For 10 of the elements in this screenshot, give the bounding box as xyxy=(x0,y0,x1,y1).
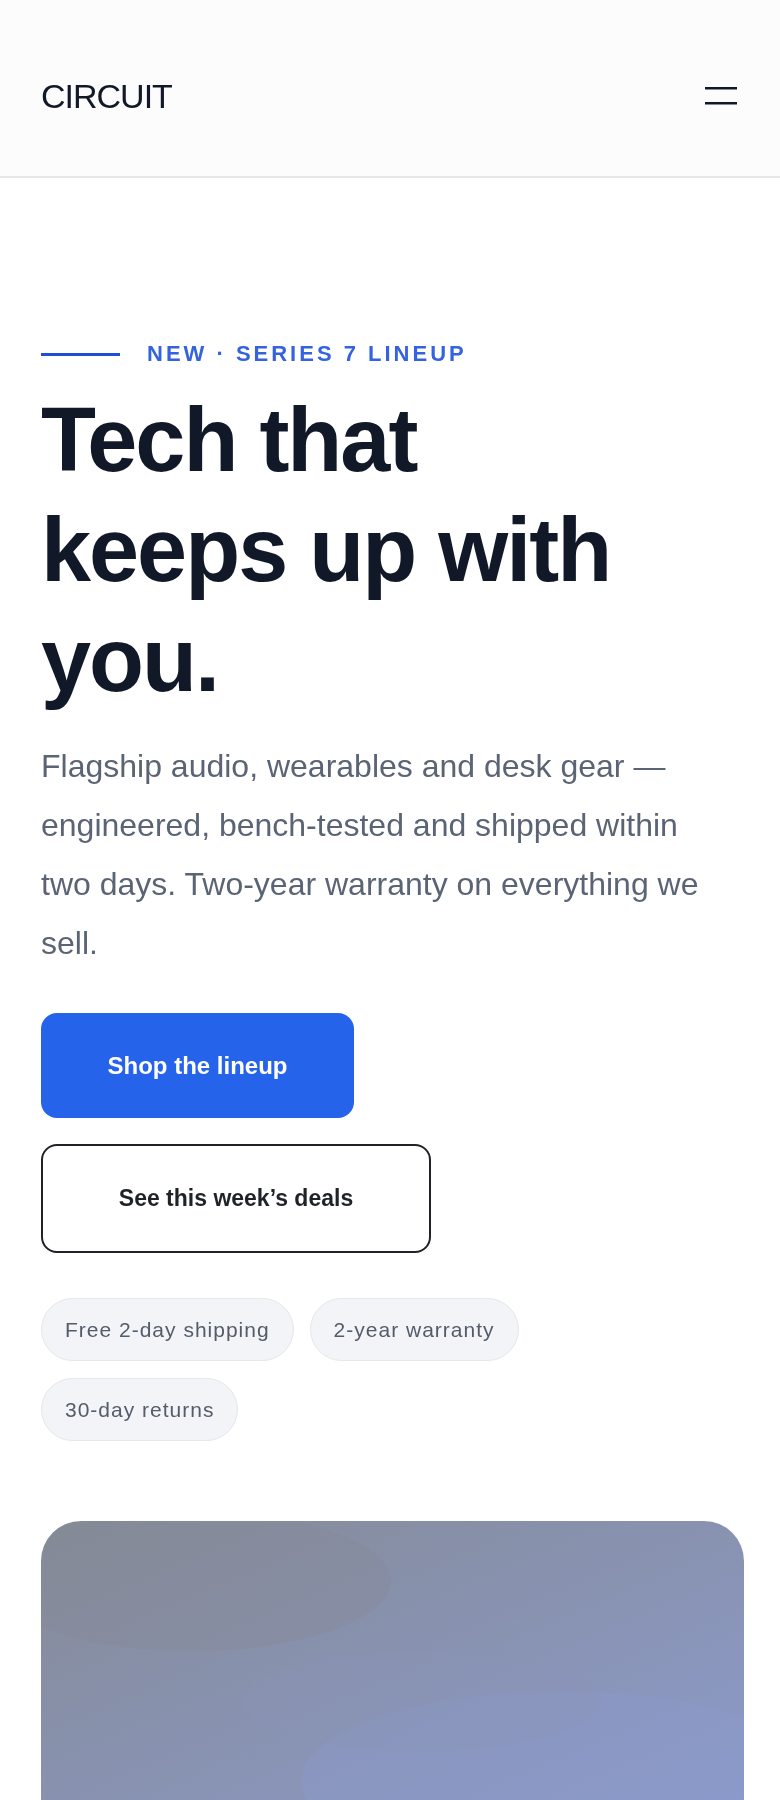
headline: Tech that keeps up with you. xyxy=(41,389,612,712)
menu-icon[interactable] xyxy=(705,87,737,105)
intro-paragraph: Flagship audio, wearables and desk gear — engineered, bench-tested and shipped within two days. Two-year warranty on everything we sell. xyxy=(41,747,700,963)
logo[interactable]: CIRCUIT xyxy=(41,76,172,116)
perk-tag: 2-year warranty xyxy=(309,1298,519,1361)
perk-tag: Free 2-day shipping xyxy=(41,1298,294,1361)
eyebrow-label: NEW · SERIES 7 LINEUP xyxy=(147,341,467,367)
shop-button[interactable]: Shop the lineup xyxy=(41,1013,354,1118)
deals-button[interactable]: See this week’s deals xyxy=(41,1144,431,1253)
perk-tag: 30-day returns xyxy=(41,1378,239,1441)
